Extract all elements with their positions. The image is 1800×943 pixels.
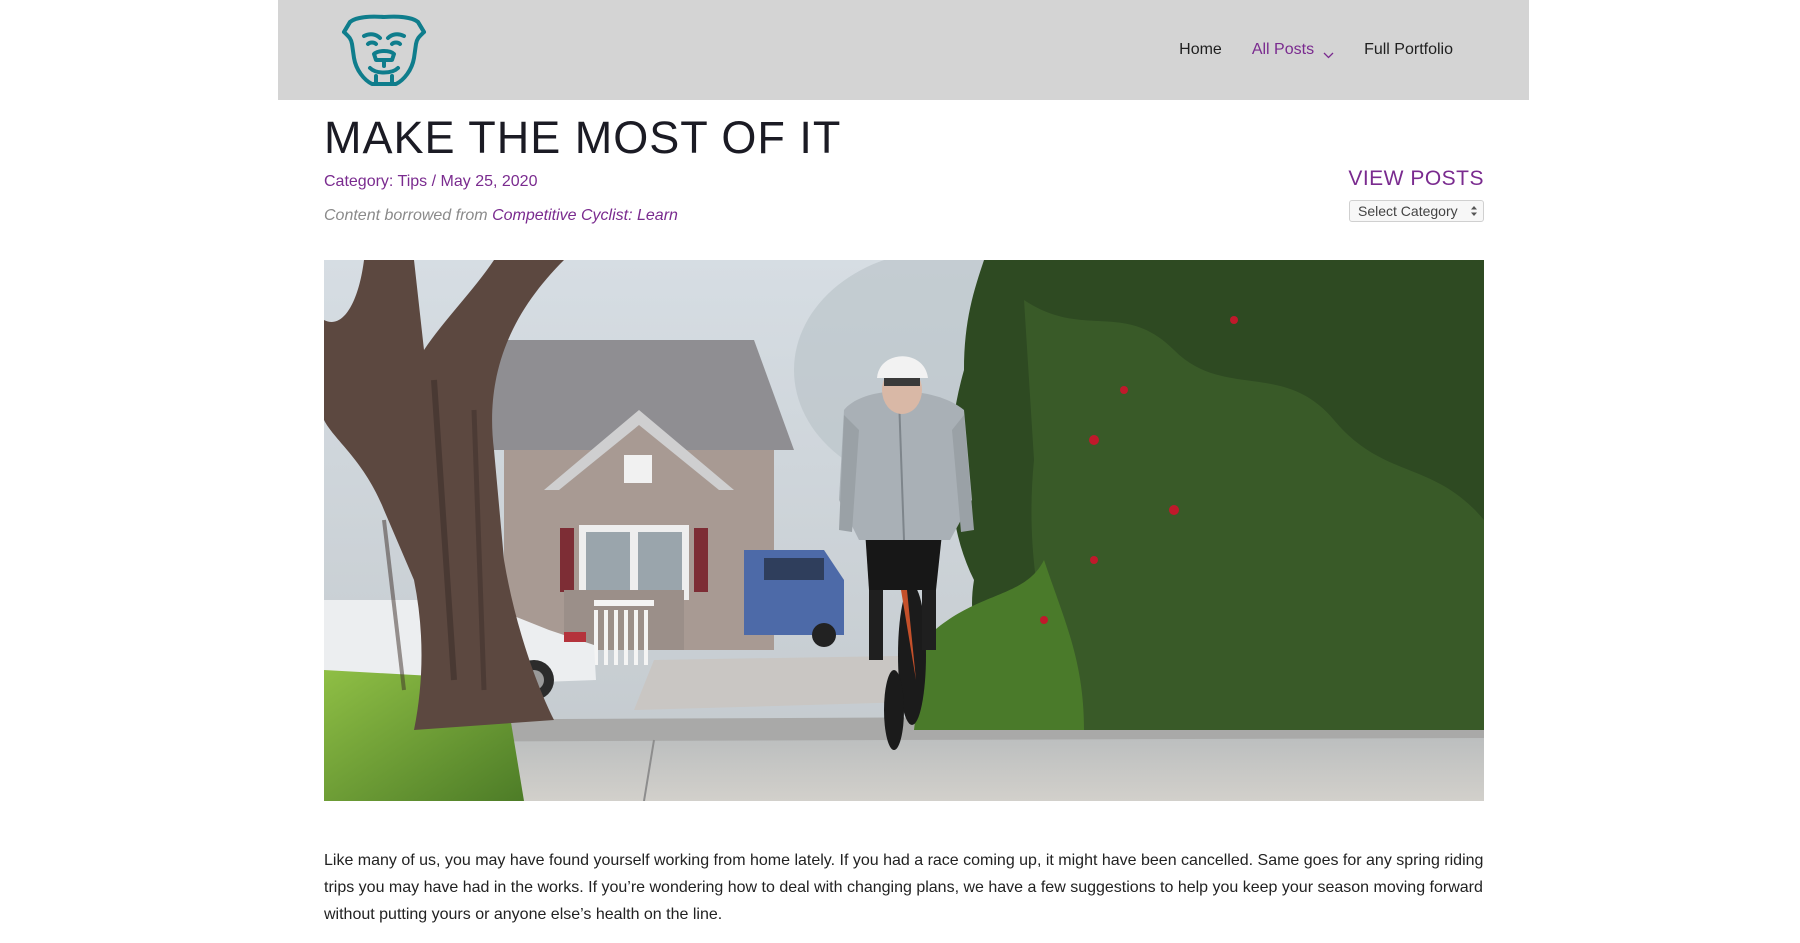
post-meta: Category: Tips / May 25, 2020 [324, 173, 537, 191]
category-link[interactable]: Tips [398, 173, 428, 190]
nav-full-portfolio-label: Full Portfolio [1364, 41, 1453, 58]
site-header: Home All Posts Full Portfolio [278, 0, 1529, 100]
main-nav: Home All Posts Full Portfolio [1149, 0, 1453, 100]
post-date: May 25, 2020 [440, 173, 538, 190]
meta-separator: / [427, 173, 441, 190]
page-title: MAKE THE MOST OF IT [324, 112, 842, 163]
category-select-value: Select Category [1358, 203, 1458, 219]
bulldog-logo-icon[interactable] [340, 14, 428, 88]
cyclist-photo [324, 260, 1484, 801]
nav-home-label: Home [1179, 41, 1222, 58]
nav-all-posts-link[interactable]: All Posts [1252, 41, 1334, 59]
nav-all-posts-label: All Posts [1251, 41, 1315, 58]
post-body: Like many of us, you may have found your… [324, 847, 1484, 928]
meta-prefix: Category: [324, 173, 398, 190]
category-select[interactable]: Select Category [1349, 200, 1484, 222]
nav-home-link[interactable]: Home [1179, 41, 1222, 59]
content-credit: Content borrowed from Competitive Cyclis… [324, 207, 678, 225]
credit-prefix: Content borrowed from [324, 207, 493, 224]
view-posts-heading: VIEW POSTS [1348, 167, 1484, 190]
post-body-paragraph: Like many of us, you may have found your… [324, 852, 1484, 923]
credit-source-link[interactable]: Competitive Cyclist: Learn [492, 207, 678, 224]
nav-full-portfolio-link[interactable]: Full Portfolio [1364, 41, 1453, 59]
chevron-down-icon [1323, 46, 1334, 59]
select-arrows-icon [1470, 204, 1478, 218]
